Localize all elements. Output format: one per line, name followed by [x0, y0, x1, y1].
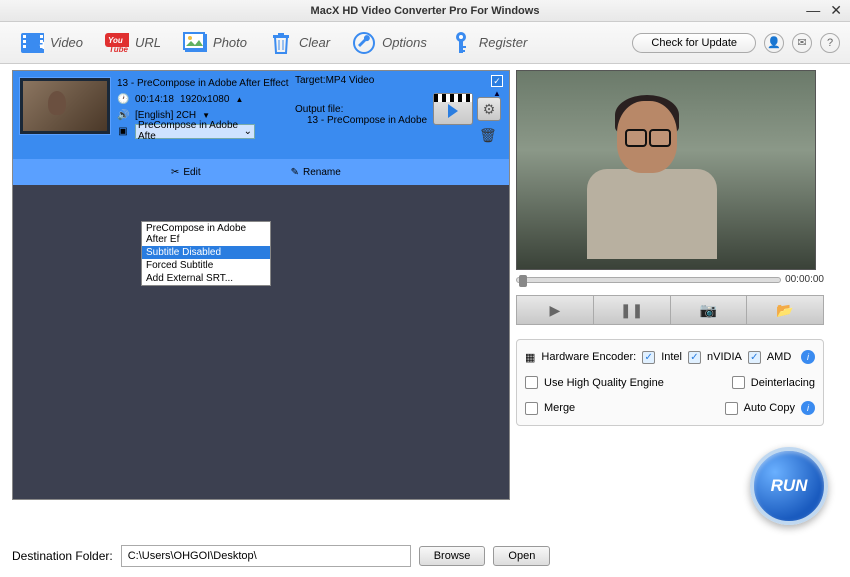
- run-button[interactable]: RUN: [750, 447, 828, 525]
- pause-button[interactable]: ❚❚: [594, 295, 671, 325]
- playback-controls: ▶ ❚❚ 📷 📂: [516, 295, 824, 325]
- settings-button[interactable]: ⚙: [477, 97, 501, 121]
- play-button[interactable]: ▶: [516, 295, 594, 325]
- toolbar-label: URL: [135, 35, 161, 50]
- output-file: 13 - PreCompose in Adobe: [307, 115, 427, 126]
- photo-button[interactable]: Photo: [173, 27, 257, 59]
- amd-label: AMD: [767, 351, 791, 363]
- merge-label: Merge: [544, 402, 575, 414]
- toolbar-label: Clear: [299, 35, 330, 50]
- deint-label: Deinterlacing: [751, 377, 815, 389]
- item-actions: ✂ Edit ✎ Rename: [13, 159, 509, 185]
- deint-checkbox[interactable]: [732, 376, 745, 389]
- app-title: MacX HD Video Converter Pro For Windows: [311, 5, 540, 17]
- edit-button[interactable]: ✂ Edit: [171, 167, 201, 178]
- wrench-icon: [352, 31, 376, 55]
- chevron-down-icon: ⌄: [244, 126, 252, 137]
- chip-icon: ▦: [525, 351, 535, 364]
- video-thumbnail[interactable]: [19, 77, 111, 135]
- speaker-icon: 🔊: [117, 110, 129, 121]
- amd-checkbox[interactable]: ✓: [748, 351, 761, 364]
- timecode: 00:00:00: [785, 274, 824, 285]
- info-icon[interactable]: i: [801, 401, 815, 415]
- folder-button[interactable]: 📂: [747, 295, 824, 325]
- preview-button[interactable]: [433, 93, 473, 125]
- key-icon: [449, 31, 473, 55]
- toolbar-label: Options: [382, 35, 427, 50]
- main-toolbar: + Video YouTube URL Photo Clear Options …: [0, 22, 850, 64]
- action-label: Edit: [183, 167, 200, 178]
- scissors-icon: ✂: [171, 167, 179, 178]
- dest-label: Destination Folder:: [12, 549, 113, 563]
- clock-icon: 🕐: [117, 94, 129, 105]
- subtitle-option[interactable]: Subtitle Disabled: [142, 246, 270, 259]
- up-arrow-icon[interactable]: ▲: [235, 95, 245, 104]
- video-list: 13 - PreCompose in Adobe After Effect 🕐 …: [12, 70, 510, 500]
- subtitle-dropdown[interactable]: PreCompose in Adobe After Ef Subtitle Di…: [141, 221, 271, 286]
- title-bar: MacX HD Video Converter Pro For Windows …: [0, 0, 850, 22]
- autocopy-label: Auto Copy: [744, 402, 795, 414]
- preview-pane: [516, 70, 816, 270]
- subtitle-value: PreCompose in Adobe Afte: [138, 120, 244, 142]
- item-checkbox[interactable]: ✓: [491, 75, 503, 87]
- autocopy-checkbox[interactable]: [725, 402, 738, 415]
- svg-text:Tube: Tube: [109, 45, 129, 53]
- subtitle-option[interactable]: Add External SRT...: [142, 272, 270, 285]
- toolbar-label: Photo: [213, 35, 247, 50]
- delete-item-button[interactable]: 🗑: [479, 127, 499, 147]
- youtube-icon: YouTube: [105, 31, 129, 55]
- film-icon: +: [20, 31, 44, 55]
- toolbar-label: Register: [479, 35, 527, 50]
- video-item[interactable]: 13 - PreCompose in Adobe After Effect 🕐 …: [13, 71, 509, 159]
- svg-text:You: You: [108, 36, 123, 45]
- svg-text:+: +: [39, 37, 44, 53]
- resolution: 1920x1080: [180, 94, 230, 105]
- audio-track: [English] 2CH: [135, 110, 196, 121]
- target-format: Target:MP4 Video: [295, 75, 427, 86]
- open-button[interactable]: Open: [493, 546, 550, 566]
- intel-label: Intel: [661, 351, 682, 363]
- nvidia-label: nVIDIA: [707, 351, 742, 363]
- check-update-button[interactable]: Check for Update: [632, 33, 756, 53]
- profile-icon[interactable]: 👤: [764, 33, 784, 53]
- output-label: Output file:: [295, 104, 427, 115]
- minimize-icon[interactable]: —: [806, 2, 820, 19]
- subtitle-option[interactable]: PreCompose in Adobe After Ef: [142, 222, 270, 246]
- hw-encoder-label: Hardware Encoder:: [541, 351, 636, 363]
- pencil-icon: ✎: [291, 167, 299, 178]
- url-button[interactable]: YouTube URL: [95, 27, 171, 59]
- snapshot-button[interactable]: 📷: [671, 295, 748, 325]
- video-button[interactable]: + Video: [10, 27, 93, 59]
- merge-checkbox[interactable]: [525, 402, 538, 415]
- photo-icon: [183, 31, 207, 55]
- duration: 00:14:18: [135, 94, 174, 105]
- encoder-panel: ▦ Hardware Encoder: ✓ Intel ✓ nVIDIA ✓ A…: [516, 339, 824, 426]
- intel-checkbox[interactable]: ✓: [642, 351, 655, 364]
- hq-checkbox[interactable]: [525, 376, 538, 389]
- clear-button[interactable]: Clear: [259, 27, 340, 59]
- help-icon[interactable]: ?: [820, 33, 840, 53]
- run-label: RUN: [771, 476, 808, 496]
- toolbar-label: Video: [50, 35, 83, 50]
- timeline-slider[interactable]: [516, 277, 781, 283]
- nvidia-checkbox[interactable]: ✓: [688, 351, 701, 364]
- video-title: 13 - PreCompose in Adobe After Effect: [117, 78, 289, 89]
- down-arrow-icon[interactable]: ▼: [202, 111, 212, 120]
- mail-icon[interactable]: ✉: [792, 33, 812, 53]
- options-button[interactable]: Options: [342, 27, 437, 59]
- destination-bar: Destination Folder: Browse Open: [12, 545, 550, 567]
- register-button[interactable]: Register: [439, 27, 537, 59]
- subtitle-select[interactable]: PreCompose in Adobe Afte ⌄: [135, 124, 255, 139]
- hq-label: Use High Quality Engine: [544, 377, 664, 389]
- close-icon[interactable]: ✕: [830, 2, 842, 19]
- action-label: Rename: [303, 167, 341, 178]
- info-icon[interactable]: i: [801, 350, 815, 364]
- trash-icon: [269, 31, 293, 55]
- subtitle-icon: ▣: [117, 126, 129, 137]
- browse-button[interactable]: Browse: [419, 546, 486, 566]
- dest-input[interactable]: [121, 545, 411, 567]
- subtitle-option[interactable]: Forced Subtitle: [142, 259, 270, 272]
- rename-button[interactable]: ✎ Rename: [291, 167, 341, 178]
- preview-image: [517, 71, 815, 269]
